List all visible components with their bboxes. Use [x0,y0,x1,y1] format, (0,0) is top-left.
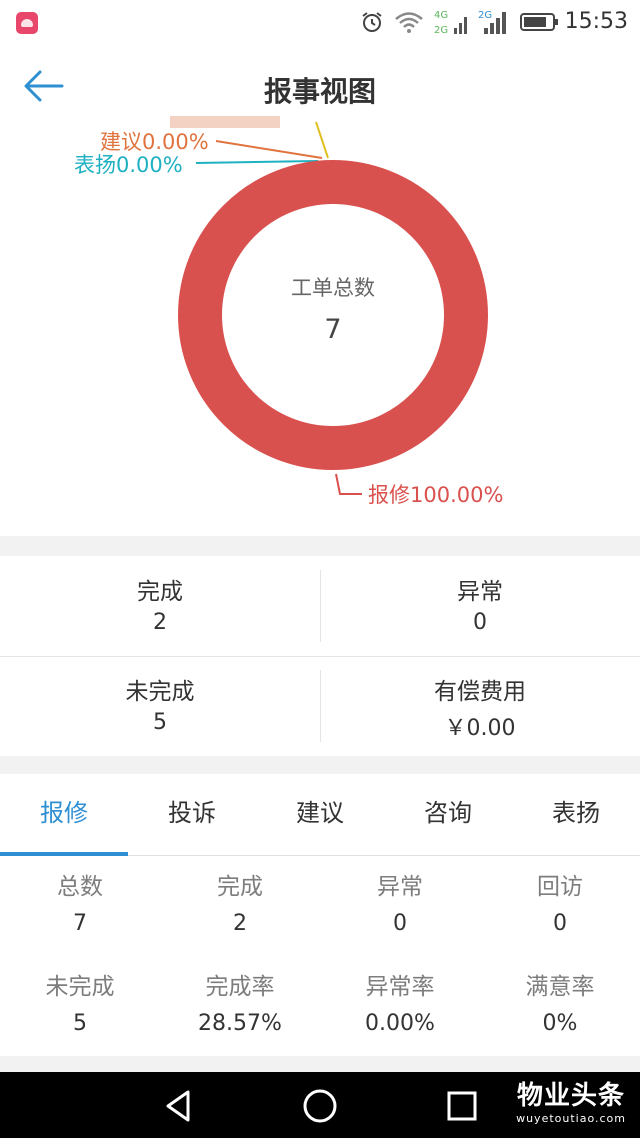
stat-abnormal: 异常 0 [320,872,480,938]
stat-label: 满意率 [525,974,595,1000]
stat-value: 0.00% [365,1011,435,1036]
status-icons: 4G 2G 2G [360,8,560,36]
stat-abnormal-rate: 异常率 0.00% [320,972,480,1038]
category-tabs: 报修 投诉 建议 咨询 表扬 [0,774,640,856]
summary-completed-label: 完成 [137,579,183,605]
signal-4g-icon: 4G 2G [434,10,467,36]
stat-satisfaction-rate: 满意率 0% [480,972,640,1038]
summary-abnormal-label: 异常 [457,579,503,605]
tab-tousu[interactable]: 投诉 [128,774,256,856]
stat-completed: 完成 2 [160,872,320,938]
stat-value: 2 [233,911,247,936]
stat-value: 0 [553,911,567,936]
stat-total: 总数 7 [0,872,160,938]
stat-label: 回访 [537,874,583,900]
summary-incomplete-label: 未完成 [125,679,195,705]
summary-incomplete: 未完成 5 [0,656,320,756]
recents-square-icon[interactable] [442,1086,482,1126]
tab-baoxiu[interactable]: 报修 [0,774,128,856]
horizontal-divider [0,656,640,657]
donut-chart: 建议0.00% 表扬0.00% 报修100.00% 工单总数 7 [74,116,503,507]
watermark-main: 物业头条 [517,1081,626,1111]
stat-label: 完成 [217,874,263,900]
tab-jianyi[interactable]: 建议 [256,774,384,856]
vertical-divider [320,570,321,642]
active-tab-indicator [0,852,128,856]
summary-incomplete-value: 5 [153,710,167,735]
leader-line-yellow [315,121,329,159]
signal-2g-icon: 2G [478,10,506,34]
slice-label-biaoyang: 表扬0.00% [74,153,183,177]
net-2g-text-b: 2G [478,10,492,21]
summary-completed-value: 2 [153,610,167,635]
wifi-icon [395,12,423,33]
donut-center-value: 7 [324,314,341,345]
stat-label: 未完成 [45,974,115,1000]
stat-value: 0% [542,1011,578,1036]
summary-fee-label: 有偿费用 [434,679,526,705]
stat-value: 5 [73,1011,87,1036]
summary-fee: 有偿费用 ￥0.00 [320,656,640,756]
status-bar: 4G 2G 2G 15:53 [0,0,640,44]
page-title: 报事视图 [263,75,376,108]
stat-label: 总数 [57,874,103,900]
summary-grid: 完成 2 异常 0 未完成 5 有偿费用 ￥0.00 [0,556,640,756]
stat-value: 7 [73,911,87,936]
battery-icon [520,13,558,31]
stat-value: 0 [393,911,407,936]
net-2g-text-a: 2G [434,25,448,36]
stat-incomplete: 未完成 5 [0,972,160,1038]
clipped-label-fragment [170,116,280,128]
summary-abnormal: 异常 0 [320,556,640,656]
leader-line-jianyi [215,140,323,159]
tab-zixun[interactable]: 咨询 [384,774,512,856]
slice-label-baoxiu: 报修100.00% [368,483,503,507]
stat-label: 完成率 [205,974,275,1000]
donut-center-label: 工单总数 [291,276,375,300]
stat-label: 异常率 [365,974,435,1000]
clock-time: 15:53 [564,9,628,34]
category-detail-panel: 报修 投诉 建议 咨询 表扬 总数 7 完成 2 异常 0 回访 0 未完成 5… [0,774,640,1056]
watermark: 物业头条 wuyetoutiao.com [516,1080,626,1126]
tab-biaoyang[interactable]: 表扬 [512,774,640,856]
summary-fee-value: ￥0.00 [444,716,516,741]
watermark-sub: wuyetoutiao.com [516,1112,626,1125]
stat-value: 28.57% [198,1011,282,1036]
home-circle-icon[interactable] [300,1086,340,1126]
leader-line-baoxiu [335,473,362,495]
slice-label-jianyi: 建议0.00% [100,130,209,154]
vertical-divider [320,670,321,742]
leader-line-biaoyang [195,160,319,164]
stat-return-visit: 回访 0 [480,872,640,938]
summary-completed: 完成 2 [0,556,320,656]
back-triangle-icon[interactable] [158,1086,198,1126]
summary-abnormal-value: 0 [473,610,487,635]
stat-label: 异常 [377,874,423,900]
donut-chart-card: 建议0.00% 表扬0.00% 报修100.00% 工单总数 7 [0,116,640,536]
app-notification-icon [16,12,38,34]
stat-completion-rate: 完成率 28.57% [160,972,320,1038]
system-nav-bar: 物业头条 wuyetoutiao.com [0,1072,640,1138]
alarm-icon [362,12,382,32]
net-4g-text: 4G [434,10,448,21]
